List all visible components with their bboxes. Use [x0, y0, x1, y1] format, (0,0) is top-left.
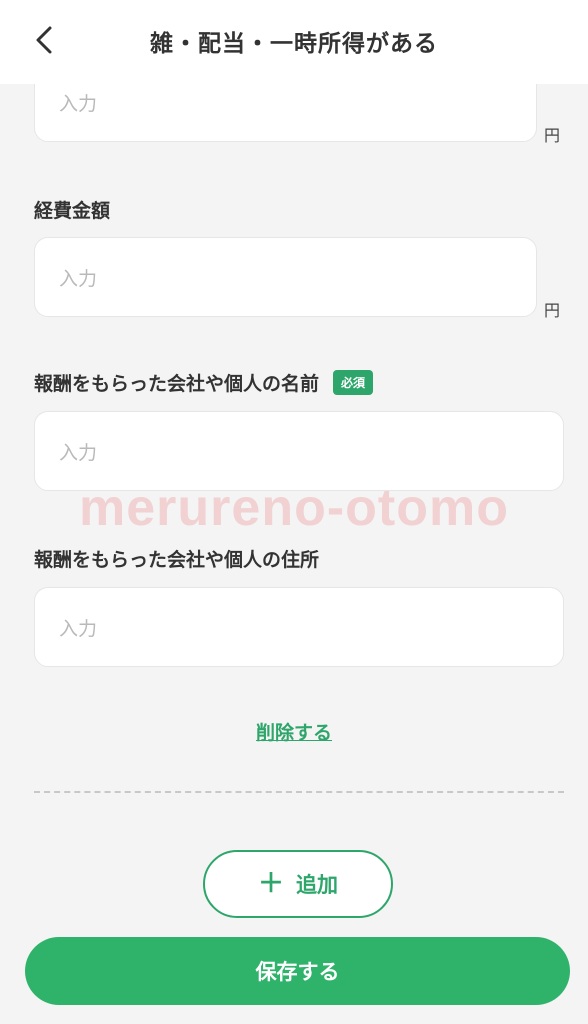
payer-address-input[interactable]: 入力	[34, 587, 564, 667]
delete-link[interactable]: 削除する	[256, 722, 332, 744]
expense-amount-label-text: 経費金額	[34, 200, 111, 222]
payer-name-label: 報酬をもらった会社や個人の名前 必須	[34, 369, 374, 396]
save-button-label: 保存する	[255, 960, 340, 984]
page: 雑・配当・一時所得がある 入力 円 経費金額 入力 円 報酬をもらった会社や個人…	[0, 0, 588, 1024]
payer-name-input-placeholder: 入力	[59, 441, 98, 464]
plus-icon: ＋	[257, 869, 284, 899]
divider	[34, 791, 564, 793]
expense-amount-label: 経費金額	[34, 196, 110, 223]
add-button-label: 追加	[296, 873, 338, 897]
amount-input-placeholder: 入力	[59, 92, 98, 115]
required-badge: 必須	[333, 370, 374, 395]
payer-name-label-text: 報酬をもらった会社や個人の名前	[34, 373, 320, 395]
payer-address-input-placeholder: 入力	[59, 617, 98, 640]
page-title: 雑・配当・一時所得がある	[150, 31, 438, 57]
amount-unit: 円	[544, 126, 561, 145]
expense-amount-input-placeholder: 入力	[59, 267, 98, 290]
delete-link-row: 削除する	[0, 718, 588, 745]
save-button[interactable]: 保存する	[25, 937, 570, 1005]
payer-name-input[interactable]: 入力	[34, 411, 564, 491]
add-button[interactable]: ＋ 追加	[203, 850, 393, 918]
expense-amount-input[interactable]: 入力	[34, 237, 537, 317]
header: 雑・配当・一時所得がある	[0, 0, 588, 84]
payer-address-label: 報酬をもらった会社や個人の住所	[34, 545, 319, 572]
payer-address-label-text: 報酬をもらった会社や個人の住所	[34, 549, 320, 571]
expense-amount-unit: 円	[544, 301, 561, 320]
